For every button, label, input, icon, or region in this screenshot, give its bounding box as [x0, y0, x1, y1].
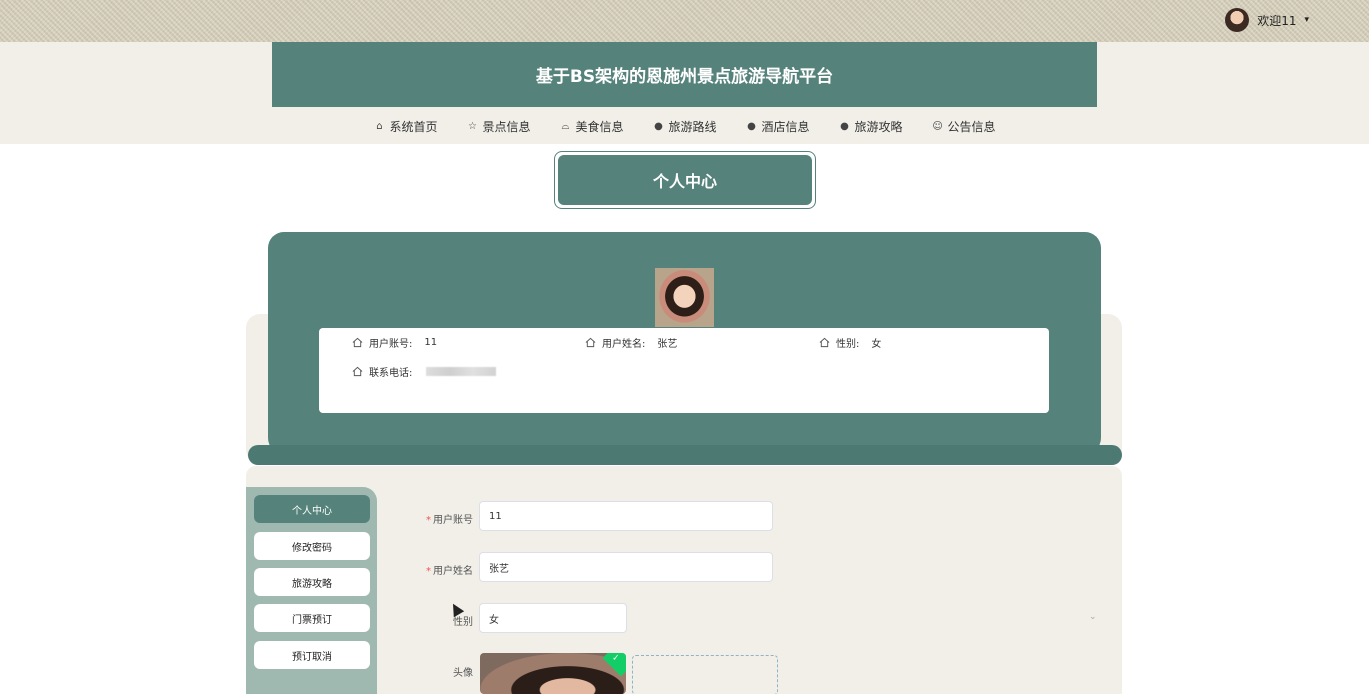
- main-nav: ⌂ 系统首页 ☆ 景点信息 ⌓ 美食信息 ● 旅游路线 ● 酒店信息 ● 旅游攻…: [0, 116, 1369, 136]
- info-name: 用户姓名: 张艺: [585, 335, 677, 350]
- upload-success-badge: ✓: [602, 653, 626, 677]
- info-phone-value-blurred: [426, 367, 497, 376]
- info-phone-label: 联系电话:: [369, 368, 413, 379]
- info-circle-icon: ●: [654, 120, 663, 132]
- smile-icon: ☺: [932, 120, 943, 132]
- avatar-upload-dropzone[interactable]: [632, 655, 778, 694]
- info-gender: 性别: 女: [819, 335, 881, 350]
- info-phone: 联系电话:: [352, 364, 497, 379]
- section-title: 个人中心: [558, 155, 812, 205]
- name-input[interactable]: 张艺: [479, 552, 773, 582]
- nav-label: 景点信息: [482, 119, 531, 134]
- sidebar-item-cancel[interactable]: 预订取消: [254, 641, 370, 669]
- info-name-label: 用户姓名:: [602, 339, 646, 350]
- info-circle-icon: ●: [840, 120, 849, 132]
- home-icon: [352, 337, 363, 348]
- question-circle-icon: ●: [747, 120, 756, 132]
- required-mark: *: [426, 566, 431, 577]
- nav-item-routes[interactable]: ● 旅游路线: [638, 116, 731, 136]
- required-mark: *: [426, 515, 431, 526]
- gender-select[interactable]: 女: [479, 603, 627, 633]
- nav-item-food[interactable]: ⌓ 美食信息: [545, 116, 638, 136]
- avatar-label: 头像: [453, 668, 473, 679]
- nav-item-home[interactable]: ⌂ 系统首页: [359, 116, 452, 136]
- info-gender-label: 性别:: [836, 339, 860, 350]
- nav-label: 酒店信息: [761, 119, 810, 134]
- home-icon: [819, 337, 830, 348]
- home-icon: [352, 366, 363, 377]
- welcome-text[interactable]: 欢迎11: [1257, 12, 1296, 29]
- nav-label: 系统首页: [389, 119, 438, 134]
- account-label-text: 用户账号: [433, 515, 473, 526]
- gender-label: 性别: [453, 617, 473, 628]
- name-label: * 用户姓名: [411, 562, 473, 577]
- info-name-value: 张艺: [657, 339, 678, 350]
- section-title-frame: 个人中心: [554, 151, 816, 209]
- top-bar: [0, 0, 1369, 42]
- nav-item-notices[interactable]: ☺ 公告信息: [917, 116, 1010, 136]
- info-account-value: 11: [424, 337, 438, 348]
- bag-icon: ⌓: [561, 120, 570, 132]
- name-label-text: 用户姓名: [433, 566, 473, 577]
- nav-item-attractions[interactable]: ☆ 景点信息: [452, 116, 545, 136]
- sidebar-item-guides[interactable]: 旅游攻略: [254, 568, 370, 596]
- sidebar-item-password[interactable]: 修改密码: [254, 532, 370, 560]
- profile-card-base: [248, 445, 1122, 465]
- caret-down-icon[interactable]: ▾: [1304, 15, 1309, 25]
- site-title: 基于BS架构的恩施州景点旅游导航平台: [272, 42, 1097, 107]
- home-icon: ⌂: [376, 120, 383, 132]
- profile-avatar: [655, 268, 714, 327]
- sidebar-item-tickets[interactable]: 门票预订: [254, 604, 370, 632]
- nav-label: 美食信息: [575, 119, 624, 134]
- info-gender-value: 女: [871, 339, 882, 350]
- nav-item-guides[interactable]: ● 旅游攻略: [824, 116, 917, 136]
- nav-item-hotels[interactable]: ● 酒店信息: [731, 116, 824, 136]
- user-menu[interactable]: 欢迎11 ▾: [1225, 8, 1309, 32]
- chevron-down-icon[interactable]: ⌄: [1089, 612, 1097, 622]
- avatar-upload-preview[interactable]: ✓: [480, 653, 626, 694]
- check-icon: ✓: [612, 653, 620, 664]
- profile-info: 用户账号: 11 用户姓名: 张艺 性别: 女 联系电话:: [319, 328, 1049, 413]
- star-icon: ☆: [467, 120, 477, 132]
- account-input[interactable]: 11: [479, 501, 773, 531]
- nav-label: 公告信息: [947, 119, 996, 134]
- info-account-label: 用户账号:: [369, 339, 413, 350]
- nav-label: 旅游路线: [668, 119, 717, 134]
- nav-label: 旅游攻略: [854, 119, 903, 134]
- info-account: 用户账号: 11: [352, 335, 437, 350]
- home-icon: [585, 337, 596, 348]
- sidebar-item-profile[interactable]: 个人中心: [254, 495, 370, 523]
- account-label: * 用户账号: [411, 511, 473, 526]
- user-avatar[interactable]: [1225, 8, 1250, 32]
